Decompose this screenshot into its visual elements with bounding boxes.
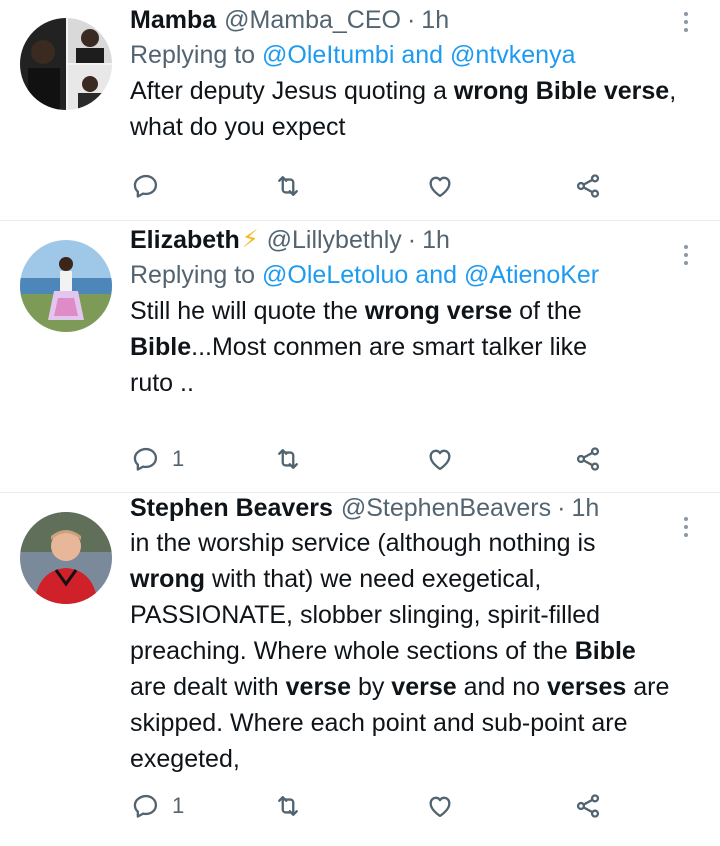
highlighted-text: verses (547, 673, 627, 701)
more-icon[interactable] (684, 517, 690, 537)
reply-button[interactable]: 1 (132, 791, 184, 821)
tweet[interactable]: Stephen Beavers @StephenBeavers · 1h in … (0, 493, 720, 846)
retweet-icon (278, 796, 298, 816)
timestamp[interactable]: 1h (421, 3, 449, 37)
text: ...Most conmen are smart talker like (191, 333, 588, 361)
text: exegeted, (130, 745, 240, 773)
avatar-beach-image (20, 240, 112, 332)
separator: · (557, 494, 566, 522)
text: ruto .. (130, 369, 194, 397)
separator: · (407, 226, 417, 254)
avatar-portrait-image (20, 512, 112, 604)
text: preaching. Where whole sections of the (130, 637, 575, 665)
mention-link[interactable]: @OleItumbi (262, 41, 394, 69)
highlighted-text: wrong verse (364, 297, 513, 325)
text: Still he will quote the (130, 297, 365, 325)
retweet-icon (278, 176, 298, 196)
avatar[interactable] (20, 512, 112, 604)
mention-and[interactable]: and (401, 41, 443, 69)
text: After deputy Jesus quoting a (130, 77, 454, 105)
replying-to-label: Replying to (130, 261, 256, 289)
reply-button[interactable]: 1 (132, 444, 184, 474)
display-name[interactable]: Elizabeth (130, 223, 240, 257)
share-button[interactable] (574, 791, 602, 821)
text: and no (456, 673, 548, 701)
text: are (626, 673, 670, 701)
tweet-text: Still he will quote the wrong verse of t… (130, 293, 690, 401)
text: with that) we need exegetical, (205, 565, 542, 593)
tweet-header: Stephen Beavers @StephenBeavers · 1h (130, 491, 690, 525)
tweet-text: in the worship service (although nothing… (130, 525, 690, 777)
tweet[interactable]: Elizabeth ⚡ @Lillybethly · 1h Replying t… (0, 221, 720, 493)
lightning-emoji-icon: ⚡ (241, 226, 259, 253)
text: skipped. Where each point and sub-point … (130, 709, 628, 737)
reply-count: 1 (172, 793, 185, 818)
text: by (351, 673, 392, 701)
share-icon (576, 447, 600, 471)
retweet-icon (278, 449, 298, 469)
timestamp[interactable]: 1h (571, 491, 599, 525)
share-icon (576, 174, 600, 198)
tweet-text: After deputy Jesus quoting a wrong Bible… (130, 73, 690, 145)
timestamp[interactable]: 1h (422, 223, 450, 257)
reply-icon (133, 447, 158, 471)
replying-to-label: Replying to (130, 41, 256, 69)
share-button[interactable] (574, 171, 602, 201)
avatar[interactable] (20, 240, 112, 332)
reply-icon (133, 794, 158, 818)
text: in the worship service (although nothing… (130, 529, 596, 557)
more-icon[interactable] (684, 245, 690, 265)
text: what do you expect (130, 113, 346, 141)
reply-icon (133, 174, 158, 198)
tweet-actions (130, 171, 610, 201)
like-button[interactable] (426, 791, 454, 821)
like-button[interactable] (426, 171, 454, 201)
like-icon (429, 796, 451, 818)
like-icon (429, 176, 451, 198)
text: PASSIONATE, slobber slinging, spirit-fil… (130, 601, 601, 629)
display-name[interactable]: Mamba (130, 3, 216, 37)
replying-to: Replying to @OleItumbi and @ntvkenya (130, 37, 690, 73)
retweet-button[interactable] (274, 791, 302, 821)
tweet-actions: 1 (130, 791, 610, 821)
highlighted-text: Bible (574, 637, 636, 665)
text: of the (512, 297, 582, 325)
reply-count: 1 (172, 446, 185, 471)
share-button[interactable] (574, 444, 602, 474)
avatar-collage-image (20, 18, 112, 110)
tweet-actions: 1 (130, 444, 610, 474)
tweet[interactable]: Mamba @Mamba_CEO · 1h Replying to @OleIt… (0, 0, 720, 221)
highlighted-text: wrong (130, 565, 205, 593)
share-icon (576, 794, 600, 818)
separator: · (406, 6, 416, 34)
tweet-header: Mamba @Mamba_CEO · 1h (130, 3, 690, 37)
retweet-button[interactable] (274, 444, 302, 474)
text: , (669, 77, 677, 105)
user-handle[interactable]: @StephenBeavers (341, 491, 551, 525)
display-name[interactable]: Stephen Beavers (130, 491, 333, 525)
more-icon[interactable] (684, 12, 690, 32)
highlighted-text: verse (285, 673, 351, 701)
like-button[interactable] (426, 444, 454, 474)
replying-to: Replying to @OleLetoluo and @AtienoKer (130, 257, 690, 293)
retweet-button[interactable] (274, 171, 302, 201)
like-icon (429, 449, 451, 471)
text: are dealt with (130, 673, 286, 701)
mention-and[interactable]: and (415, 261, 457, 289)
mention-link[interactable]: @ntvkenya (450, 41, 575, 69)
user-handle[interactable]: @Lillybethly (267, 223, 402, 257)
mention-link[interactable]: @OleLetoluo (262, 261, 408, 289)
tweet-header: Elizabeth ⚡ @Lillybethly · 1h (130, 223, 690, 257)
mention-link[interactable]: @AtienoKer (464, 261, 599, 289)
user-handle[interactable]: @Mamba_CEO (224, 3, 401, 37)
highlighted-text: Bible (130, 333, 192, 361)
highlighted-text: verse (391, 673, 457, 701)
avatar[interactable] (20, 18, 112, 110)
highlighted-text: wrong Bible verse (453, 77, 670, 105)
reply-button[interactable] (132, 171, 172, 201)
